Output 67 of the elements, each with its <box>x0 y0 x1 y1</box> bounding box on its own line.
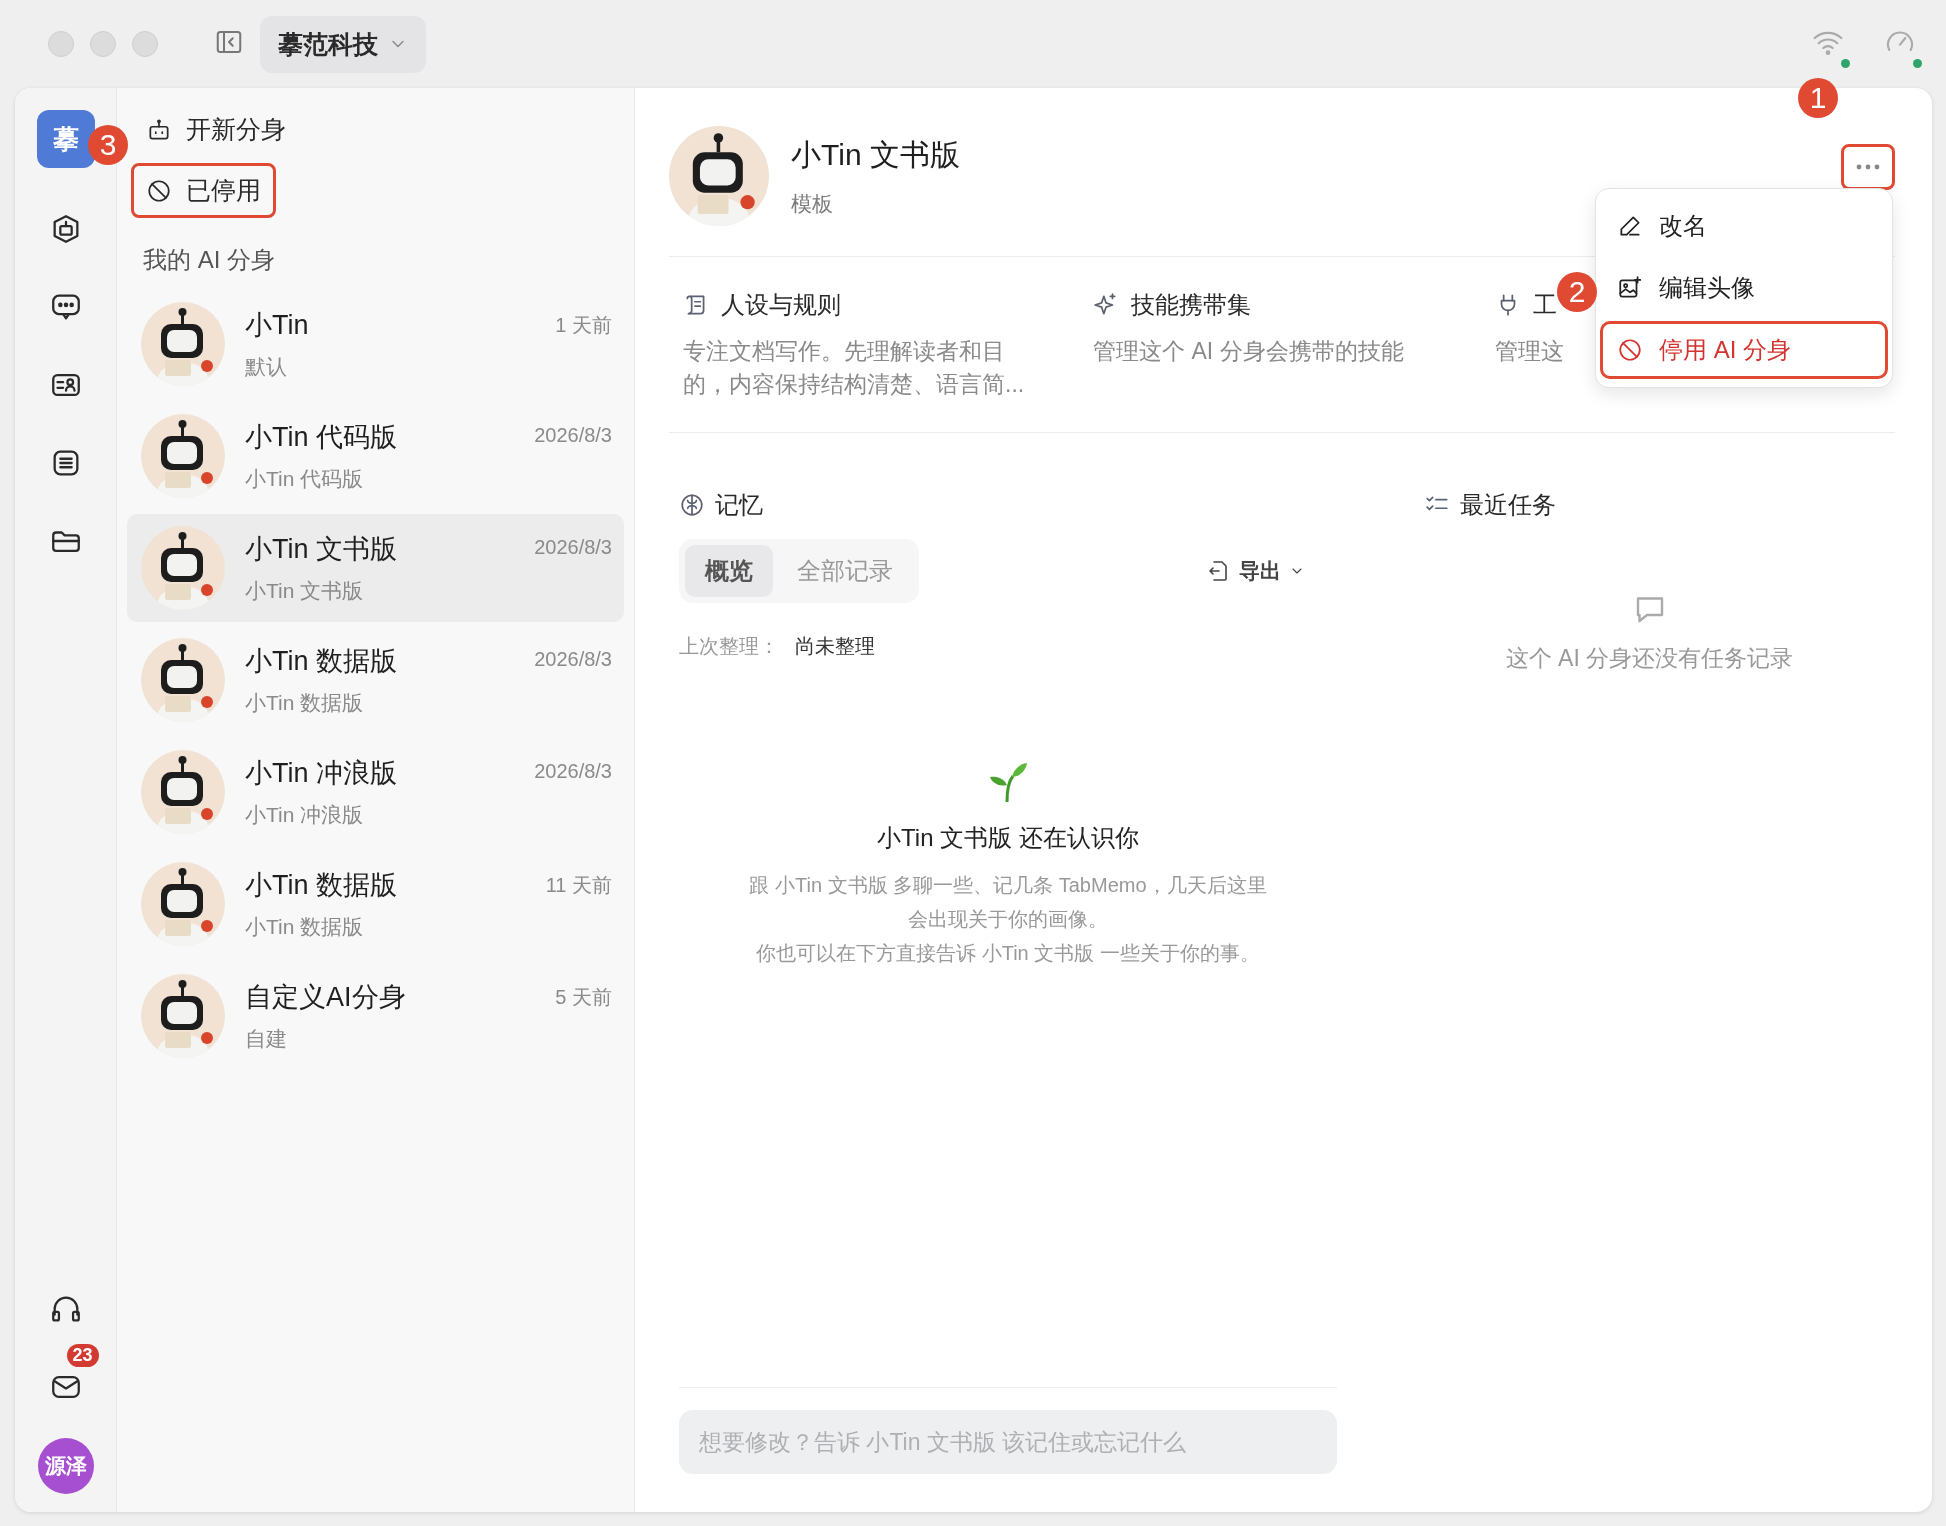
more-icon <box>1856 164 1880 170</box>
clone-type: 模板 <box>791 190 834 217</box>
clone-name: 小Tin 冲浪版 <box>245 757 398 790</box>
new-clone-button[interactable]: 开新分身 <box>131 102 301 157</box>
clone-time: 2026/8/3 <box>534 760 612 783</box>
clone-subtitle: 小Tin 代码版 <box>245 466 365 492</box>
ban-icon <box>146 177 172 204</box>
card-description: 管理这个 AI 分身会携带的技能 <box>1093 337 1405 366</box>
empty-state-text: 你也可以在下方直接告诉 小Tin 文书版 一些关于你的事。 <box>756 940 1260 966</box>
clone-name: 小Tin 数据版 <box>245 869 398 902</box>
clone-subtitle: 小Tin 数据版 <box>245 914 365 940</box>
clone-name: 小Tin 代码版 <box>245 421 398 454</box>
ban-icon <box>1617 337 1643 363</box>
clone-time: 2026/8/3 <box>534 648 612 671</box>
clone-title: 小Tin 文书版 <box>791 136 960 173</box>
image-edit-icon <box>1617 275 1643 301</box>
export-button[interactable]: 导出 <box>1201 555 1311 586</box>
clone-subtitle: 默认 <box>245 354 288 380</box>
clone-list-item[interactable]: 小Tin 数据版 小Tin 数据版 2026/8/3 <box>127 626 624 734</box>
workspace-avatar[interactable]: 摹 <box>36 110 95 168</box>
clone-name: 小Tin 文书版 <box>245 533 398 566</box>
menu-item[interactable]: 改名 <box>1600 197 1888 255</box>
window-zoom-button[interactable] <box>132 31 158 57</box>
last-organized-label: 上次整理： <box>679 633 779 659</box>
empty-state-title: 小Tin 文书版 还在认识你 <box>877 822 1139 853</box>
status-dot <box>1913 59 1922 68</box>
clone-subtitle: 自建 <box>245 1026 288 1052</box>
clone-subtitle: 小Tin 冲浪版 <box>245 802 365 828</box>
clone-list-item[interactable]: 小Tin 默认 1 天前 <box>127 290 624 398</box>
step-marker: 1 <box>1798 78 1838 118</box>
clone-list-item[interactable]: 小Tin 数据版 小Tin 数据版 11 天前 <box>127 850 624 958</box>
empty-state-text: 会出现关于你的画像。 <box>908 906 1108 932</box>
unread-badge: 23 <box>66 1344 99 1367</box>
clone-list-item[interactable]: 小Tin 冲浪版 小Tin 冲浪版 2026/8/3 <box>127 738 624 846</box>
empty-state-text: 跟 小Tin 文书版 多聊一些、记几条 TabMemo，几天后这里 <box>749 872 1267 898</box>
clone-time: 5 天前 <box>555 985 612 1010</box>
card-description: 管理这 <box>1495 337 1564 366</box>
card-title[interactable]: 技能携带集 <box>1131 289 1251 321</box>
clone-subtitle: 小Tin 文书版 <box>245 578 365 604</box>
window-close-button[interactable] <box>48 31 74 57</box>
last-organized-value: 尚未整理 <box>795 633 875 659</box>
clone-name: 小Tin <box>245 309 310 342</box>
clone-time: 2026/8/3 <box>534 424 612 447</box>
clone-list-item[interactable]: 自定义AI分身 自建 5 天前 <box>127 962 624 1070</box>
clone-name: 小Tin 数据版 <box>245 645 398 678</box>
clone-list-item[interactable]: 小Tin 代码版 小Tin 代码版 2026/8/3 <box>127 402 624 510</box>
clone-name: 自定义AI分身 <box>245 981 407 1014</box>
clone-list-item[interactable]: 小Tin 文书版 小Tin 文书版 2026/8/3 <box>127 514 624 622</box>
clone-time: 11 天前 <box>545 873 612 898</box>
tasks-title: 最近任务 <box>1460 489 1556 520</box>
workspace-dropdown[interactable]: 摹范科技 <box>260 15 426 73</box>
section-title: 我的 AI 分身 <box>142 245 276 275</box>
menu-item[interactable]: 编辑头像 <box>1600 259 1888 317</box>
memory-input-field[interactable]: 想要修改？告诉 小Tin 文书版 该记住或忘记什么 <box>679 1410 1337 1474</box>
card-description: 专注文档写作。先理解读者和目的，内容保持结构清楚、语言简... <box>683 337 1026 400</box>
status-dot <box>1841 59 1850 68</box>
empty-tasks-text: 这个 AI 分身还没有任务记录 <box>1505 643 1794 673</box>
clone-subtitle: 小Tin 数据版 <box>245 690 365 716</box>
menu-item[interactable]: 停用 AI 分身 <box>1600 321 1888 379</box>
card-title[interactable]: 人设与规则 <box>721 289 841 321</box>
memory-title: 记忆 <box>715 489 763 520</box>
window-minimize-button[interactable] <box>90 31 116 57</box>
memory-tab[interactable]: 概览 <box>685 544 773 597</box>
user-avatar[interactable]: 源泽 <box>37 1438 94 1494</box>
clone-time: 2026/8/3 <box>534 536 612 559</box>
clone-time: 1 天前 <box>555 313 612 338</box>
card-title[interactable]: 工 <box>1533 289 1557 321</box>
